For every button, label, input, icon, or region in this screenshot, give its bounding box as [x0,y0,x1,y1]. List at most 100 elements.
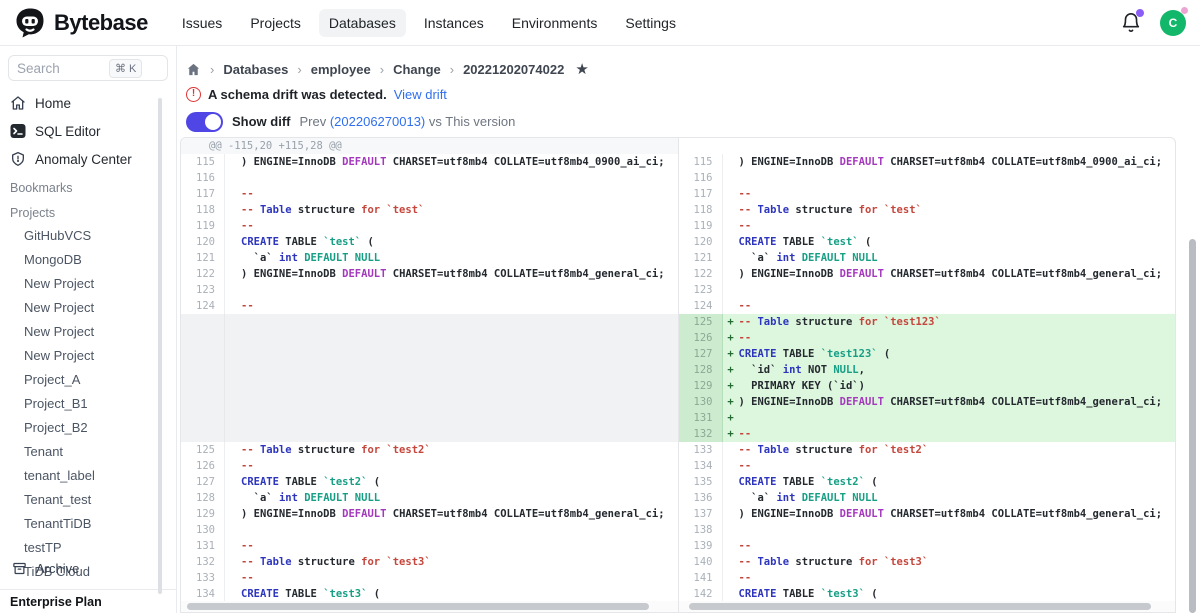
project-item[interactable]: TenantTiDB [0,511,176,535]
top-menu-item-settings[interactable]: Settings [615,9,686,37]
line-number: 122 [679,266,723,282]
sidebar-item-label: Home [35,96,71,111]
project-item[interactable]: New Project [0,295,176,319]
project-item[interactable]: GitHubVCS [0,223,176,247]
diff-marker: + [723,346,739,362]
line-number: 118 [181,202,225,218]
code-line: -- Table structure for `test` [241,202,678,218]
project-item[interactable]: Project_B1 [0,391,176,415]
diff-marker [723,506,739,522]
prev-version-text: Prev (202206270013) vs This version [300,114,516,129]
diff-row: 121 `a` int DEFAULT NULL [181,250,678,266]
top-menu-item-issues[interactable]: Issues [172,9,232,37]
diff-marker [225,458,241,474]
diff-marker [723,186,739,202]
top-menu-item-projects[interactable]: Projects [240,9,311,37]
code-line [739,170,1176,186]
code-line: ) ENGINE=InnoDB DEFAULT CHARSET=utf8mb4 … [739,154,1176,170]
bytebase-logo-icon [14,7,46,39]
sidebar-item-home[interactable]: Home [0,89,176,117]
diff-right-pane: 115) ENGINE=InnoDB DEFAULT CHARSET=utf8m… [679,138,1176,612]
notifications-button[interactable] [1120,12,1142,34]
scrollbar-thumb[interactable] [187,603,649,610]
line-number: 134 [679,458,723,474]
search-input[interactable] [17,61,109,76]
line-number [181,314,225,330]
sidebar-item-anomaly-center[interactable]: Anomaly Center [0,145,176,173]
diff-row: 125+-- Table structure for `test123` [679,314,1176,330]
line-number: 116 [181,170,225,186]
sidebar-item-archive[interactable]: Archive [0,554,176,583]
breadcrumb-item[interactable]: 20221202074022 [463,62,564,77]
project-item[interactable]: New Project [0,271,176,295]
line-number [181,410,225,426]
breadcrumb-separator: › [297,62,301,77]
breadcrumb-item[interactable]: employee [311,62,371,77]
line-number: 132 [679,426,723,442]
bytebase-logo[interactable]: Bytebase [14,7,148,39]
diff-marker [225,490,241,506]
user-avatar[interactable]: C [1160,10,1186,36]
diff-row: 129+ PRIMARY KEY (`id`) [679,378,1176,394]
project-item[interactable]: Tenant [0,439,176,463]
breadcrumb-home-icon[interactable] [186,62,201,77]
right-horizontal-scrollbar[interactable] [679,601,1176,612]
code-line: -- [739,426,1176,442]
line-number: 135 [679,474,723,490]
project-item[interactable]: Project_A [0,367,176,391]
scrollbar-thumb[interactable] [689,603,1151,610]
diff-row: 117-- [181,186,678,202]
project-item[interactable]: New Project [0,343,176,367]
drift-message: A schema drift was detected. [208,87,387,102]
breadcrumb-item[interactable]: Change [393,62,441,77]
project-item[interactable]: New Project [0,319,176,343]
sidebar-heading-bookmarks[interactable]: Bookmarks [0,173,176,198]
line-number [181,426,225,442]
diff-row: 123 [181,282,678,298]
code-line: -- [739,570,1176,586]
project-item[interactable]: Project_B2 [0,415,176,439]
diff-marker [723,554,739,570]
sidebar-heading-projects[interactable]: Projects [0,198,176,223]
top-menu-item-environments[interactable]: Environments [502,9,608,37]
code-line [241,362,678,378]
code-line: CREATE TABLE `test123` ( [739,346,1176,362]
code-line [739,282,1176,298]
search-box[interactable]: ⌘ K [8,55,168,81]
diff-toggle-row: Show diff Prev (202206270013) vs This ve… [178,102,1200,132]
code-line: -- Table structure for `test2` [739,442,1176,458]
project-item[interactable]: MongoDB [0,247,176,271]
diff-marker [225,330,241,346]
code-line: `id` int NOT NULL, [739,362,1176,378]
diff-row: 124-- [679,298,1176,314]
sidebar-item-sql-editor[interactable]: SQL Editor [0,117,176,145]
top-menu-item-instances[interactable]: Instances [414,9,494,37]
project-item[interactable]: tenant_label [0,463,176,487]
diff-marker [225,314,241,330]
breadcrumb-item[interactable]: Databases [223,62,288,77]
diff-marker [225,186,241,202]
diff-marker [723,538,739,554]
diff-row: 129) ENGINE=InnoDB DEFAULT CHARSET=utf8m… [181,506,678,522]
diff-row: 124-- [181,298,678,314]
top-menu-item-databases[interactable]: Databases [319,9,406,37]
toggle-knob [205,114,221,130]
code-line [241,410,678,426]
line-number: 128 [181,490,225,506]
show-diff-toggle[interactable] [186,112,223,132]
project-item[interactable]: Tenant_test [0,487,176,511]
line-number: 133 [679,442,723,458]
diff-row: 119-- [181,218,678,234]
line-number: 117 [679,186,723,202]
sidebar-scrollbar[interactable] [158,98,162,594]
view-drift-link[interactable]: View drift [394,87,447,102]
page-vertical-scrollbar[interactable] [1189,239,1196,613]
diff-row: 118-- Table structure for `test` [679,202,1176,218]
line-number: 121 [679,250,723,266]
prev-version-link[interactable]: (202206270013) [330,114,425,129]
diff-marker [225,538,241,554]
code-line [739,410,1176,426]
left-horizontal-scrollbar[interactable] [181,601,678,612]
code-line [241,346,678,362]
bookmark-star-icon[interactable]: ★ [575,62,588,77]
